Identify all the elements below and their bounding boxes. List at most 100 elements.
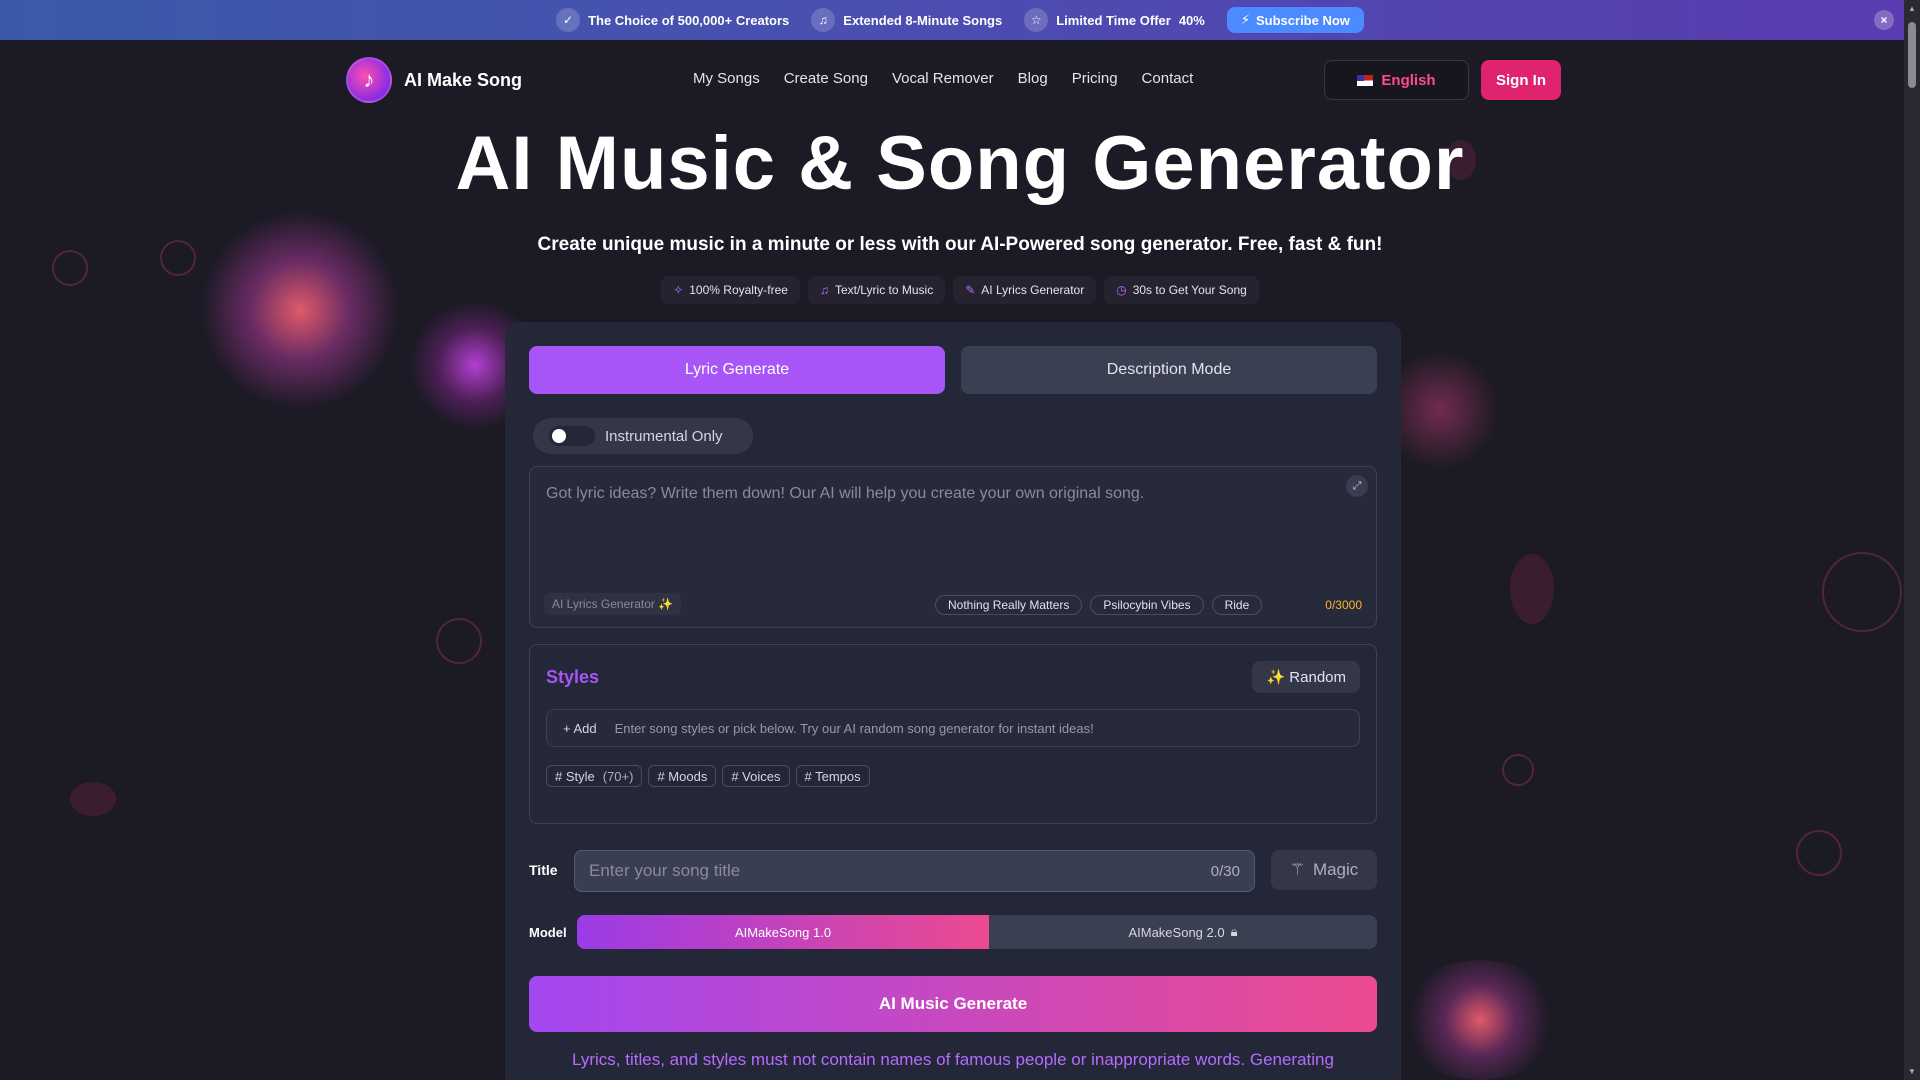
- scroll-up-icon[interactable]: ▲: [1907, 4, 1917, 13]
- model-name: AIMakeSong 1.0: [734, 924, 832, 940]
- title-placeholder: Enter your song title: [589, 861, 741, 880]
- main-nav: My Songs Create Song Vocal Remover Blog …: [693, 70, 1193, 87]
- music-note-icon: ♫: [819, 283, 829, 297]
- promo-offer-text: Limited Time Offer: [1056, 12, 1171, 28]
- generator-card: Lyric Generate Description Mode Instrume…: [505, 322, 1401, 1080]
- badge-label: Text/Lyric to Music: [834, 283, 934, 297]
- subscribe-button[interactable]: ⚡ Subscribe Now: [1226, 7, 1364, 33]
- nav-pricing[interactable]: Pricing: [1072, 70, 1118, 87]
- add-style-button[interactable]: + Add: [563, 721, 597, 736]
- brand-name: AI Make Song: [404, 69, 523, 90]
- logo-icon: ♪: [346, 57, 392, 103]
- model-option-2[interactable]: AIMakeSong 2.0 🔒︎: [989, 915, 1377, 949]
- site-header: ♪ AI Make Song My Songs Create Song Voca…: [0, 40, 1920, 120]
- promo-creators-text: The Choice of 500,000+ Creators: [588, 12, 790, 28]
- promo-songs-text: Extended 8-Minute Songs: [843, 12, 1003, 28]
- expand-icon[interactable]: ⤢: [1346, 475, 1368, 497]
- sample-chip[interactable]: Nothing Really Matters: [935, 595, 1083, 615]
- sparkle-icon: ✧: [673, 283, 684, 297]
- model-selector: AIMakeSong 1.0 AIMakeSong 2.0 🔒︎: [577, 915, 1377, 949]
- tab-label: Description Mode: [1106, 361, 1232, 378]
- magic-title-button[interactable]: ⚚ Magic: [1271, 850, 1377, 890]
- magic-wand-icon: ⚚: [1289, 860, 1305, 879]
- us-flag-icon: [1357, 74, 1374, 86]
- background-ring: [1796, 830, 1842, 876]
- tab-lyric-generate[interactable]: Lyric Generate: [529, 346, 945, 394]
- style-tag-list: # Style (70+) # Moods # Voices # Tempos: [546, 765, 870, 787]
- tag-label: # Tempos: [804, 768, 861, 784]
- pen-icon: ✎: [965, 283, 976, 297]
- tag-label: # Moods: [657, 768, 708, 784]
- feature-badges: ✧ 100% Royalty-free ♫ Text/Lyric to Musi…: [0, 276, 1920, 304]
- tag-voices[interactable]: # Voices: [722, 765, 790, 787]
- star-icon: ☆: [1024, 8, 1049, 32]
- generate-label: AI Music Generate: [878, 994, 1028, 1013]
- language-selector[interactable]: English: [1324, 60, 1469, 100]
- tag-moods[interactable]: # Moods: [648, 765, 717, 787]
- nav-contact[interactable]: Contact: [1142, 70, 1194, 87]
- model-option-1[interactable]: AIMakeSong 1.0: [577, 915, 989, 949]
- instrumental-label: Instrumental Only: [605, 427, 723, 445]
- page-subtitle: Create unique music in a minute or less …: [537, 234, 1383, 255]
- lyrics-input[interactable]: Got lyric ideas? Write them down! Our AI…: [529, 466, 1377, 628]
- feature-badge: ♫ Text/Lyric to Music: [807, 276, 946, 304]
- scroll-down-icon[interactable]: ▼: [1907, 1067, 1917, 1076]
- subscribe-label: Subscribe Now: [1256, 12, 1350, 28]
- nav-blog[interactable]: Blog: [1018, 70, 1048, 87]
- random-styles-button[interactable]: ✨ Random: [1252, 661, 1360, 693]
- background-ring: [1822, 552, 1902, 632]
- tag-count: (70+): [602, 768, 634, 784]
- timer-icon: ◷: [1116, 283, 1127, 297]
- nav-create-song[interactable]: Create Song: [784, 70, 868, 87]
- instrumental-toggle-row: Instrumental Only: [533, 418, 753, 454]
- ai-lyrics-generator-button[interactable]: AI Lyrics Generator ✨: [544, 593, 682, 615]
- badge-label: 100% Royalty-free: [689, 283, 788, 297]
- styles-section: Styles ✨ Random + Add Enter song styles …: [529, 644, 1377, 824]
- sample-chip[interactable]: Ride: [1211, 595, 1263, 615]
- background-ring: [1502, 754, 1534, 786]
- promo-item: ♫ Extended 8-Minute Songs: [811, 8, 1002, 32]
- tag-label: # Voices: [731, 768, 781, 784]
- sign-in-label: Sign In: [1496, 71, 1546, 89]
- tag-tempos[interactable]: # Tempos: [795, 765, 870, 787]
- sample-lyrics-chips: Nothing Really Matters Psilocybin Vibes …: [935, 595, 1263, 615]
- close-banner-button[interactable]: ×: [1874, 10, 1894, 30]
- background-blob: [1510, 554, 1554, 624]
- tag-style[interactable]: # Style (70+): [546, 765, 643, 787]
- promo-banner: ✓ The Choice of 500,000+ Creators ♫ Exte…: [0, 0, 1920, 40]
- styles-input[interactable]: + Add Enter song styles or pick below. T…: [546, 709, 1360, 747]
- tag-label: # Style: [555, 768, 595, 784]
- title-label: Title: [529, 862, 558, 878]
- title-char-counter: 0/30: [1210, 862, 1240, 880]
- styles-placeholder: Enter song styles or pick below. Try our…: [614, 720, 1094, 736]
- nav-vocal-remover[interactable]: Vocal Remover: [892, 70, 994, 87]
- sign-in-button[interactable]: Sign In: [1481, 60, 1561, 100]
- lock-icon: 🔒︎: [1230, 924, 1238, 939]
- check-badge-icon: ✓: [556, 8, 581, 32]
- lyrics-char-counter: 0/3000: [1325, 598, 1362, 612]
- generate-music-button[interactable]: AI Music Generate: [529, 976, 1377, 1032]
- lyrics-placeholder: Got lyric ideas? Write them down! Our AI…: [546, 485, 1145, 502]
- brand-logo[interactable]: ♪ AI Make Song: [346, 57, 522, 103]
- promo-offer-percent: 40%: [1178, 12, 1205, 28]
- random-label: ✨ Random: [1266, 669, 1346, 686]
- lightning-icon: ⚡: [1240, 12, 1250, 27]
- language-label: English: [1381, 71, 1436, 89]
- content-policy-notice: Lyrics, titles, and styles must not cont…: [572, 1050, 1334, 1069]
- sample-chip[interactable]: Psilocybin Vibes: [1090, 595, 1204, 615]
- badge-label: 30s to Get Your Song: [1132, 283, 1247, 297]
- tab-description-mode[interactable]: Description Mode: [961, 346, 1377, 394]
- nav-my-songs[interactable]: My Songs: [693, 70, 760, 87]
- close-icon: ×: [1880, 13, 1888, 27]
- song-title-input[interactable]: Enter your song title 0/30: [574, 850, 1255, 892]
- instrumental-toggle[interactable]: [549, 426, 595, 446]
- model-label: Model: [529, 925, 567, 940]
- model-name: AIMakeSong 2.0: [1128, 924, 1225, 940]
- feature-badge: ✧ 100% Royalty-free: [661, 276, 800, 304]
- page-scrollbar[interactable]: ▲ ▼: [1904, 0, 1920, 1080]
- promo-item: ✓ The Choice of 500,000+ Creators: [556, 8, 789, 32]
- styles-heading: Styles: [546, 667, 600, 687]
- promo-item: ☆ Limited Time Offer 40%: [1024, 8, 1205, 32]
- tab-label: Lyric Generate: [684, 361, 790, 378]
- scrollbar-thumb[interactable]: [1908, 22, 1916, 88]
